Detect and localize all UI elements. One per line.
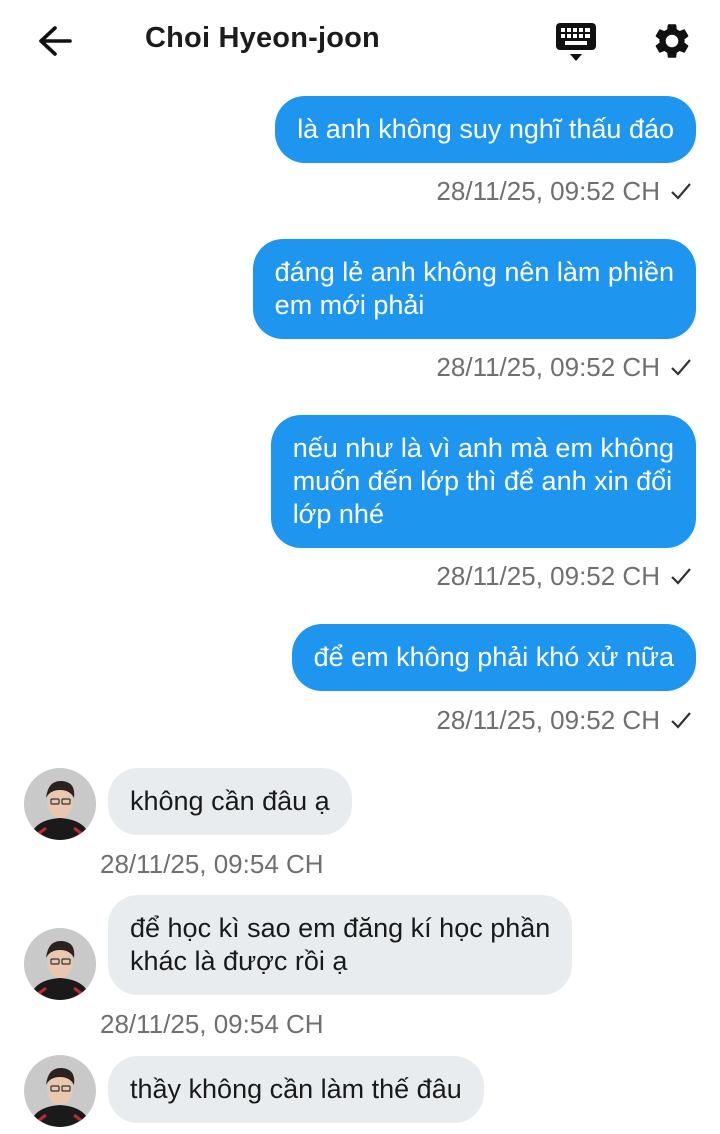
- message-text-line: để học kì sao em đăng kí học phần: [130, 913, 551, 943]
- message-text-line: lớp nhé: [292, 499, 384, 529]
- avatar[interactable]: [24, 1055, 96, 1127]
- message-text: để em không phải khó xử nữa: [313, 642, 674, 672]
- message-bubble-outgoing[interactable]: nếu như là vì anh mà em không muốn đến l…: [270, 415, 696, 548]
- message-meta: 28/11/25, 09:52 CH: [436, 352, 692, 382]
- message-bubble-outgoing[interactable]: đáng lẻ anh không nên làm phiền em mới p…: [252, 239, 696, 339]
- check-icon: [671, 183, 691, 200]
- message-timestamp: 28/11/25, 09:52 CH: [436, 352, 660, 382]
- message-text-line: muốn đến lớp thì để anh xin đổi: [292, 466, 673, 496]
- chat-title: Choi Hyeon-joon: [145, 22, 380, 54]
- avatar-image: [24, 928, 96, 1000]
- message-timestamp: 28/11/25, 09:52 CH: [436, 561, 660, 591]
- check-icon: [671, 712, 691, 729]
- message-text-line: nếu như là vì anh mà em không: [292, 433, 674, 463]
- message-text-line: đáng lẻ anh không nên làm phiền: [274, 257, 674, 287]
- gear-icon: [655, 24, 689, 58]
- avatar-image: [24, 768, 96, 840]
- settings-button[interactable]: [646, 16, 698, 66]
- message-bubble-outgoing[interactable]: để em không phải khó xử nữa: [291, 624, 696, 691]
- check-icon: [671, 359, 691, 376]
- message-meta: 28/11/25, 09:52 CH: [436, 705, 692, 735]
- message-bubble-outgoing[interactable]: là anh không suy nghĩ thấu đáo: [275, 96, 696, 163]
- keyboard-button[interactable]: [550, 18, 602, 66]
- check-icon: [671, 568, 691, 585]
- back-button[interactable]: [30, 18, 80, 64]
- message-bubble-incoming[interactable]: thầy không cần làm thế đâu: [108, 1056, 484, 1123]
- message-meta: 28/11/25, 09:52 CH: [436, 561, 692, 591]
- avatar[interactable]: [24, 928, 96, 1000]
- message-text-line: em mới phải: [274, 290, 425, 320]
- chat-header: Choi Hyeon-joon: [0, 0, 720, 82]
- message-bubble-incoming[interactable]: để học kì sao em đăng kí học phần khác l…: [108, 895, 573, 995]
- message-text: thầy không cần làm thế đâu: [130, 1074, 462, 1104]
- message-text: là anh không suy nghĩ thấu đáo: [297, 114, 674, 144]
- message-timestamp: 28/11/25, 09:54 CH: [100, 1009, 324, 1039]
- message-timestamp: 28/11/25, 09:54 CH: [100, 849, 324, 879]
- avatar[interactable]: [24, 768, 96, 840]
- message-timestamp: 28/11/25, 09:52 CH: [436, 705, 660, 735]
- avatar-image: [24, 1055, 96, 1127]
- message-text: không cần đâu ạ: [130, 786, 330, 816]
- chat-screen: Choi Hyeon-joon là anh không suy nghĩ th…: [0, 0, 720, 1134]
- message-text-line: khác là được rồi ạ: [130, 946, 348, 976]
- message-timestamp: 28/11/25, 09:52 CH: [436, 176, 660, 206]
- message-bubble-incoming[interactable]: không cần đâu ạ: [108, 768, 352, 835]
- keyboard-icon: [556, 23, 596, 61]
- arrow-left-icon: [39, 26, 72, 56]
- message-meta: 28/11/25, 09:52 CH: [436, 176, 692, 206]
